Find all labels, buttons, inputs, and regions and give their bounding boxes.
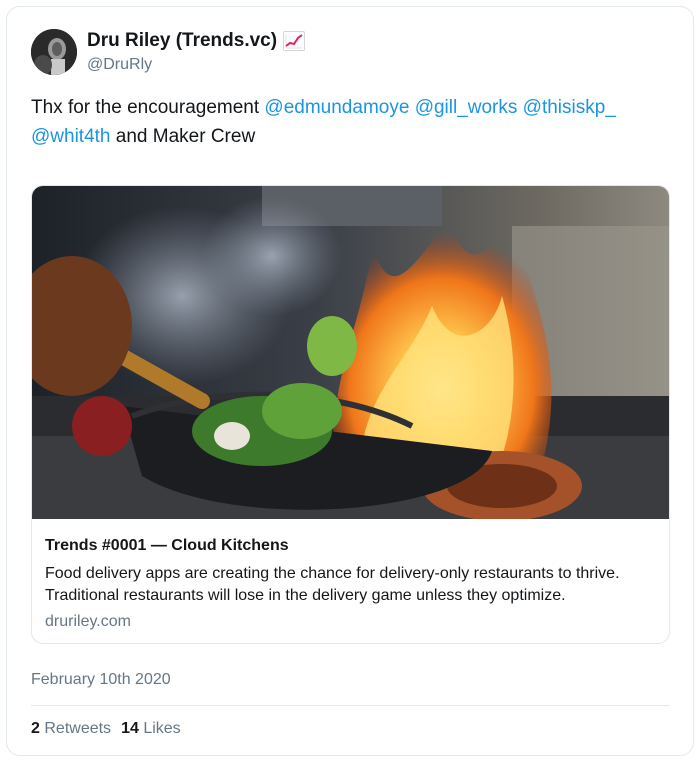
chart-increasing-icon [283,31,306,51]
wok-with-flames-photo [32,186,669,519]
likes-label: Likes [143,720,181,737]
card-body: Trends #0001 — Cloud Kitchens Food deliv… [45,535,660,633]
retweets-stat[interactable]: 2 Retweets [31,720,111,738]
card-domain: druriley.com [45,613,131,630]
author-display-name-row: Dru Riley (Trends.vc) [87,29,306,53]
divider [31,705,670,706]
retweets-label: Retweets [44,720,112,737]
tweet-date[interactable]: February 10th 2020 [31,671,171,689]
link-card[interactable]: Trends #0001 — Cloud Kitchens Food deliv… [31,185,670,644]
avatar[interactable] [31,29,77,75]
tweet-text: Thx for the encouragement @edmundamoye @… [31,93,671,151]
mention-link[interactable]: @whit4th [31,126,111,147]
avatar-image [31,29,77,75]
tweet-embed: Dru Riley (Trends.vc) @DruRly Thx for th… [6,6,694,756]
author-names: Dru Riley (Trends.vc) @DruRly [87,29,306,75]
mention-link[interactable]: @gill_works [415,97,518,118]
likes-stat[interactable]: 14 Likes [121,720,181,738]
likes-count: 14 [121,720,139,737]
card-title: Trends #0001 — Cloud Kitchens [45,537,289,554]
author-handle[interactable]: @DruRly [87,55,305,75]
tweet-stats: 2 Retweets 14 Likes [31,720,181,738]
tweet-text-prefix: Thx for the encouragement [31,97,265,118]
card-description: Food delivery apps are creating the chan… [45,565,620,604]
tweet-header: Dru Riley (Trends.vc) @DruRly [31,29,306,75]
retweets-count: 2 [31,720,40,737]
mention-link[interactable]: @edmundamoye [264,97,409,118]
tweet-text-suffix: and Maker Crew [110,126,256,147]
author-display-name[interactable]: Dru Riley (Trends.vc) [87,29,277,53]
mention-link[interactable]: @thisiskp_ [523,97,616,118]
